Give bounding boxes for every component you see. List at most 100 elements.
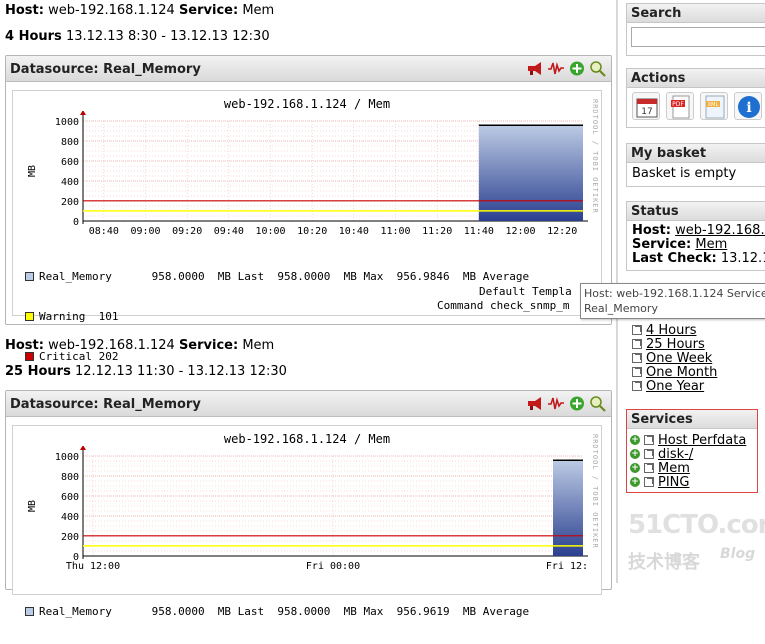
- service-link[interactable]: Host Perfdata: [658, 433, 746, 448]
- timerange-item-one-week[interactable]: One Week: [632, 351, 717, 366]
- period-label: 25 Hours: [5, 364, 71, 379]
- period-line-1: 4 Hours 13.12.13 8:30 - 13.12.13 12:30: [5, 29, 270, 44]
- services-title: Services: [627, 410, 757, 429]
- timerange-link[interactable]: 25 Hours: [646, 337, 705, 352]
- legend-2: Real_Memory 958.0000 MB Last 958.0000 MB…: [25, 578, 529, 644]
- external-link-icon: [632, 325, 642, 335]
- status-lastcheck-value: 13.12.13: [720, 251, 765, 266]
- megaphone-icon[interactable]: [526, 60, 544, 77]
- x-tick-label: 12:20: [547, 226, 577, 237]
- actions-box: Actions 17 PDF XML i: [626, 68, 765, 128]
- x-tick-label: 09:20: [172, 226, 202, 237]
- x-tick-label: 09:40: [214, 226, 244, 237]
- graph-wave-icon[interactable]: [547, 395, 565, 412]
- x-tick-label: Fri 12:00: [546, 561, 588, 572]
- services-list: + Host Perfdata + disk-/ + Mem + PING: [627, 429, 757, 493]
- status-host-label: Host:: [632, 223, 671, 238]
- x-tick-label: 10:40: [339, 226, 369, 237]
- timerange-link[interactable]: One Week: [646, 351, 712, 366]
- y-axis-arrow: [80, 446, 86, 450]
- legend-swatch: [25, 606, 34, 616]
- status-title: Status: [627, 202, 765, 221]
- services-box: Services + Host Perfdata + disk-/ + Mem + PI…: [626, 409, 758, 493]
- y-tick-label: 1000: [55, 452, 79, 463]
- legend-item-real-memory: Real_Memory 958.0000 MB Last 958.0000 MB…: [25, 604, 529, 618]
- timerange-link[interactable]: One Year: [646, 379, 704, 394]
- graph-title: web-192.168.1.124 / Mem: [223, 432, 391, 446]
- xml-icon[interactable]: XML: [700, 92, 728, 120]
- status-service-link[interactable]: Mem: [695, 237, 727, 252]
- basket-box: My basket Basket is empty: [626, 143, 765, 187]
- search-input[interactable]: [631, 27, 765, 47]
- y-axis-label: MB: [27, 500, 38, 512]
- period-range: 12.12.13 11:30 - 13.12.13 12:30: [74, 364, 287, 379]
- legend-text: Warning 101: [39, 309, 119, 323]
- expand-icon[interactable]: +: [630, 449, 640, 459]
- y-tick-label: 200: [61, 197, 79, 208]
- expand-icon[interactable]: +: [630, 477, 640, 487]
- chart-svg-1: 0 200 400 600 800 1000 08:40 09:00 09:20 09:40 10:…: [27, 111, 588, 237]
- add-icon[interactable]: [568, 395, 586, 412]
- service-item-disk[interactable]: + disk-/: [630, 447, 754, 462]
- rrd-credit: RRDTOOL / TOBI OETIKER: [591, 434, 599, 549]
- y-tick-label: 1000: [55, 117, 79, 128]
- rrd-credit: RRDTOOL / TOBI OETIKER: [591, 99, 599, 214]
- add-icon[interactable]: [568, 60, 586, 77]
- graph-wave-icon[interactable]: [547, 60, 565, 77]
- datasource-panel-1: Datasource: Real_Memory web-192.168.1.12…: [5, 55, 612, 363]
- service-item-host-perfdata[interactable]: + Host Perfdata: [630, 433, 754, 448]
- external-link-icon: [632, 353, 642, 363]
- legend-swatch: [25, 271, 34, 281]
- pdf-icon[interactable]: PDF: [666, 92, 694, 120]
- panel-icons: [526, 60, 607, 77]
- graph-image-1[interactable]: web-192.168.1.124 / Mem RRDTOOL / TOBI O…: [12, 90, 602, 363]
- timerange-item-one-month[interactable]: One Month: [632, 365, 717, 380]
- status-service-label: Service:: [632, 237, 692, 252]
- timerange-item-one-year[interactable]: One Year: [632, 379, 717, 394]
- external-link-icon: [632, 339, 642, 349]
- x-tick-label: 12:00: [505, 226, 535, 237]
- command-line: Command check_snmp_m: [437, 299, 570, 312]
- host-value: web-192.168.1.124: [48, 338, 175, 353]
- service-label: Service:: [178, 338, 239, 353]
- y-tick-label: 800: [61, 472, 79, 483]
- chart-svg-2: 02004006008001000Thu 12:00 Fri 00:00 Fri 1…: [27, 446, 588, 572]
- svg-text:i: i: [746, 100, 751, 116]
- datasource-title: Datasource: Real_Memory: [10, 397, 201, 412]
- x-tick-label: 10:00: [255, 226, 285, 237]
- x-tick-label: 11:00: [380, 226, 410, 237]
- action-icons: 17 PDF XML i: [627, 88, 765, 124]
- timerange-item-4-hours[interactable]: 4 Hours: [632, 323, 717, 338]
- zoom-icon[interactable]: [589, 395, 607, 412]
- status-box: Status Host: web-192.168.1 Service: Mem …: [626, 201, 765, 271]
- expand-icon[interactable]: +: [630, 463, 640, 473]
- svg-text:PDF: PDF: [672, 101, 684, 108]
- status-host-link[interactable]: web-192.168.1: [675, 223, 765, 238]
- service-link[interactable]: disk-/: [658, 447, 693, 462]
- timerange-item-25-hours[interactable]: 25 Hours: [632, 337, 717, 352]
- service-value: Mem: [242, 338, 275, 353]
- timerange-link[interactable]: One Month: [646, 365, 717, 380]
- graph-image-2[interactable]: web-192.168.1.124 / Mem RRDTOOL / TOBI O…: [12, 425, 602, 618]
- watermark-tag: Blog: [720, 546, 756, 562]
- svg-text:17: 17: [641, 107, 652, 117]
- graph-title: web-192.168.1.124 / Mem: [223, 97, 391, 111]
- x-tick-label: Fri 00:00: [306, 561, 360, 572]
- zoom-icon[interactable]: [589, 60, 607, 77]
- svg-text:XML: XML: [708, 102, 719, 108]
- service-item-ping[interactable]: + PING: [630, 475, 754, 490]
- actions-title: Actions: [627, 69, 765, 88]
- service-link[interactable]: PING: [658, 475, 689, 490]
- service-link[interactable]: Mem: [658, 461, 690, 476]
- megaphone-icon[interactable]: [526, 395, 544, 412]
- external-link-icon: [644, 435, 654, 445]
- calendar-icon[interactable]: 17: [632, 92, 660, 120]
- info-icon[interactable]: i: [734, 92, 762, 120]
- y-tick-label: 400: [61, 512, 79, 523]
- expand-icon[interactable]: +: [630, 435, 640, 445]
- timerange-link[interactable]: 4 Hours: [646, 323, 697, 338]
- host-service-line-1: Host: web-192.168.1.124 Service: Mem: [5, 3, 274, 18]
- legend-swatch: [25, 311, 34, 321]
- x-tick-label: 11:20: [422, 226, 452, 237]
- service-item-mem[interactable]: + Mem: [630, 461, 754, 476]
